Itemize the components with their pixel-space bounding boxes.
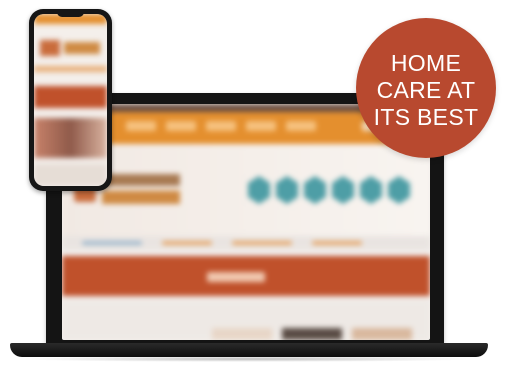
phone-website-preview — [34, 14, 107, 186]
website-sub-nav-item — [162, 241, 212, 245]
website-logo-wordmark — [102, 174, 180, 204]
promo-line-1: HOME — [390, 49, 462, 76]
laptop-base — [10, 343, 488, 357]
phone-site-banner — [34, 86, 107, 108]
website-card — [352, 328, 412, 340]
website-sub-nav-item — [312, 241, 362, 245]
website-sub-nav-item — [232, 241, 292, 245]
website-card — [282, 328, 342, 340]
website-card — [212, 328, 272, 340]
phone-site-wordmark — [64, 42, 100, 54]
website-sub-nav-item — [82, 241, 142, 245]
laptop-screen — [62, 104, 430, 340]
website-nav-item — [126, 121, 156, 131]
phone-site-photo — [34, 118, 107, 158]
laptop-website-preview — [62, 104, 430, 340]
phone-site-nav — [34, 66, 107, 72]
phone-screen — [34, 14, 107, 186]
promo-badge: HOME CARE AT ITS BEST — [356, 18, 496, 158]
phone-notch — [57, 12, 84, 17]
website-nav-item — [206, 121, 236, 131]
promo-line-3: ITS BEST — [373, 103, 479, 130]
website-nav-item — [246, 121, 276, 131]
promo-line-2: CARE AT — [376, 76, 476, 103]
phone-site-footer — [34, 164, 107, 186]
phone-site-logo — [40, 40, 60, 56]
laptop-shadow — [20, 356, 478, 362]
website-nav-item — [286, 121, 316, 131]
website-banner-text — [207, 272, 265, 282]
website-nav-item — [166, 121, 196, 131]
promo-badge-text: HOME CARE AT ITS BEST — [374, 50, 479, 131]
